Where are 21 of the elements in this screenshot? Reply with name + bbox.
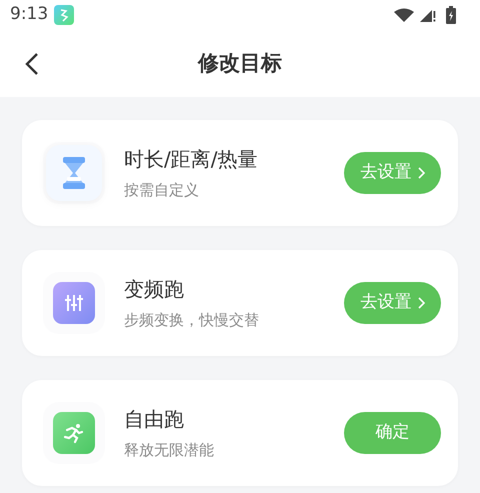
goal-subtitle: 按需自定义 [124, 180, 200, 201]
goal-button[interactable]: 去设置 [344, 282, 441, 324]
back-icon [25, 52, 39, 76]
goal-button[interactable]: 确定 [344, 412, 441, 454]
goal-title: 时长/距离/热量 [124, 146, 258, 173]
goal-button[interactable]: 去设置 [344, 152, 441, 194]
goal-title: 变频跑 [124, 276, 185, 303]
sliders-icon [53, 282, 95, 324]
signal-icon [420, 8, 436, 22]
chevron-icon [418, 297, 424, 309]
goal-subtitle: 释放无限潜能 [124, 440, 215, 461]
page-title: 修改目标 [198, 50, 282, 77]
chevron-icon [418, 167, 424, 179]
goal-subtitle: 步频变换，快慢交替 [124, 310, 260, 331]
running-icon [53, 412, 95, 454]
app-icon [54, 5, 74, 25]
battery-icon [446, 6, 456, 24]
status-time: 9:13 [10, 3, 48, 26]
hourglass-icon [46, 145, 102, 201]
goal-title: 自由跑 [124, 406, 185, 433]
wifi-icon [394, 8, 414, 22]
